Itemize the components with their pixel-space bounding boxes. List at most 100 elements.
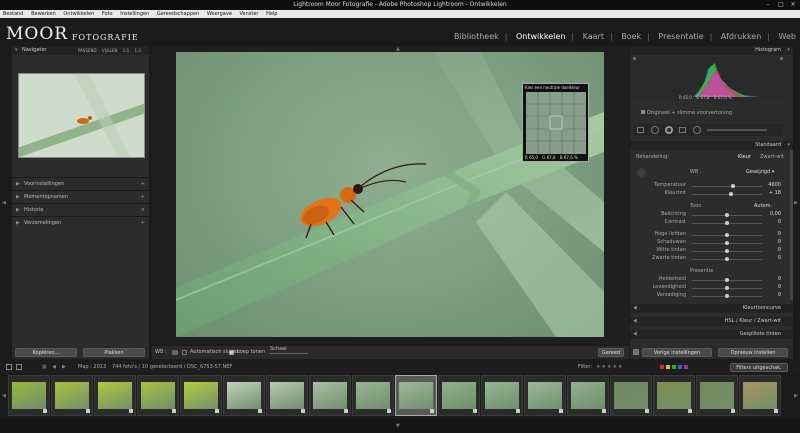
grid-view-icon[interactable] (16, 364, 22, 370)
minimize-button[interactable]: – (762, 1, 774, 9)
scale-slider[interactable] (270, 353, 308, 354)
slider-track[interactable] (692, 257, 762, 261)
brush-slider[interactable] (707, 129, 767, 131)
module-presentatie[interactable]: Presentatie (658, 32, 703, 41)
slider-track[interactable] (692, 249, 762, 253)
plus-icon[interactable]: + (141, 191, 145, 203)
filter-dropdown[interactable]: Filters uitgeschak. (730, 363, 788, 372)
graduated-filter-icon[interactable] (679, 127, 686, 133)
maximize-button[interactable]: □ (775, 1, 787, 9)
menu-weergave[interactable]: Weergave (207, 11, 232, 17)
right-panel-scrollbar[interactable] (790, 150, 793, 300)
plus-icon[interactable]: + (141, 217, 145, 229)
plus-icon[interactable]: + (141, 178, 145, 190)
reset-button[interactable]: Opnieuw instellen (718, 348, 788, 357)
slider-value[interactable]: 0 (765, 239, 781, 245)
tone-curve-panel[interactable]: ◀ Kleurtooncurve (630, 304, 793, 313)
slider-value[interactable]: + 18 (765, 190, 781, 196)
top-collapse-icon[interactable]: ▲ (396, 46, 400, 52)
module-web[interactable]: Web (779, 32, 796, 41)
filmstrip-thumb[interactable] (438, 375, 480, 416)
color-label-green[interactable] (672, 365, 676, 369)
copy-button[interactable]: Kopiëren... (15, 348, 77, 357)
slider-value[interactable]: 4600 (765, 182, 781, 188)
slider-value[interactable]: 0 (765, 255, 781, 261)
grid-icon[interactable]: ▦ (42, 361, 47, 373)
menu-instellingen[interactable]: Instellingen (120, 11, 149, 17)
zoom-1-3[interactable]: 1:3 (135, 48, 141, 53)
split-toning-panel[interactable]: ◀ Gesplitste tinten (630, 330, 793, 339)
color-label-yellow[interactable] (666, 365, 670, 369)
slider-track[interactable] (692, 278, 762, 282)
filmstrip-thumb[interactable] (481, 375, 523, 416)
slider-value[interactable]: 0 (765, 219, 781, 225)
filmstrip-thumb[interactable] (8, 375, 50, 416)
slider-track[interactable] (692, 184, 762, 188)
slider-knob[interactable] (725, 257, 729, 261)
filmstrip-thumb[interactable] (524, 375, 566, 416)
slider-track[interactable] (692, 241, 762, 245)
zoom-fit[interactable]: PASSEND (78, 48, 97, 53)
filmstrip-left-arrow-icon[interactable]: ◀ (2, 393, 6, 399)
menu-ontwikkelen[interactable]: Ontwikkelen (63, 11, 94, 17)
menu-venster[interactable]: Venster (240, 11, 259, 17)
slider-knob[interactable] (729, 192, 734, 196)
histogram-header[interactable]: Histogram ▾ (630, 46, 793, 55)
slider-knob[interactable] (725, 278, 729, 282)
close-icon[interactable]: × (141, 204, 145, 216)
slider-track[interactable] (692, 213, 762, 217)
filmstrip-thumb[interactable] (223, 375, 265, 416)
filmstrip-thumb[interactable] (739, 375, 781, 416)
module-boek[interactable]: Boek (621, 32, 641, 41)
back-arrow-icon[interactable]: ◀ (52, 361, 56, 373)
navigator-header[interactable]: ▾ Navigator PASSEND VULLEN 1:1 1:3 (12, 46, 149, 55)
panel-collections[interactable]: ▶ Verzamelingen + (12, 216, 149, 228)
filmstrip-thumb[interactable] (395, 375, 437, 416)
slider-value[interactable]: 0 (765, 276, 781, 282)
filmstrip-thumb[interactable] (352, 375, 394, 416)
rating-filter-stars[interactable]: ★★★★★ (596, 361, 623, 373)
menu-gereedschappen[interactable]: Gereedschappen (157, 11, 199, 17)
menu-bewerken[interactable]: Bewerken (31, 11, 56, 17)
filmstrip-thumb[interactable] (653, 375, 695, 416)
bottom-collapse-icon[interactable]: ▼ (396, 423, 400, 429)
menu-bestand[interactable]: Bestand (3, 11, 23, 17)
slider-track[interactable] (692, 233, 762, 237)
toggle-switch-icon[interactable] (633, 349, 639, 355)
slider-knob[interactable] (730, 184, 735, 188)
hsl-panel[interactable]: ◀ HSL / Kleur / Zwart-wit (630, 317, 793, 326)
slider-value[interactable]: 0,00 (765, 211, 781, 217)
filmstrip-info[interactable]: 744 foto's / 10 geselecteerd / DSC_6753-… (112, 361, 232, 373)
slider-knob[interactable] (725, 221, 729, 225)
color-label-red[interactable] (660, 365, 664, 369)
folder-label[interactable]: Map : 2013 (78, 361, 106, 373)
module-kaart[interactable]: Kaart (583, 32, 604, 41)
panel-snapshots[interactable]: ▶ Momentopnamen + (12, 190, 149, 202)
close-button[interactable]: ✕ (787, 1, 799, 9)
filmstrip-thumb[interactable] (137, 375, 179, 416)
previous-settings-button[interactable]: Vorige instellingen (642, 348, 712, 357)
filmstrip-thumb[interactable] (180, 375, 222, 416)
slider-track[interactable] (692, 192, 762, 196)
color-label-blue[interactable] (678, 365, 682, 369)
slider-track[interactable] (692, 286, 762, 290)
module-bibliotheek[interactable]: Bibliotheek (454, 32, 499, 41)
basic-panel-header[interactable]: Standaard ▾ (630, 141, 793, 150)
slider-track[interactable] (692, 294, 762, 298)
slider-knob[interactable] (725, 213, 729, 217)
slider-value[interactable]: 0 (765, 231, 781, 237)
done-button[interactable]: Gereed (598, 348, 624, 357)
left-collapse-icon[interactable]: ◀ (2, 200, 6, 206)
color-label-purple[interactable] (684, 365, 688, 369)
red-eye-icon[interactable] (665, 126, 673, 134)
crop-tool-icon[interactable] (637, 127, 644, 133)
forward-arrow-icon[interactable]: ▶ (62, 361, 66, 373)
menu-foto[interactable]: Foto (102, 11, 113, 17)
navigator-preview[interactable] (18, 73, 145, 158)
slider-value[interactable]: 0 (765, 247, 781, 253)
slider-knob[interactable] (725, 294, 729, 298)
module-afdrukken[interactable]: Afdrukken (721, 32, 761, 41)
slider-knob[interactable] (725, 286, 729, 290)
tone-auto-button[interactable]: Autom. (754, 203, 772, 209)
right-collapse-icon[interactable]: ▶ (794, 200, 798, 206)
